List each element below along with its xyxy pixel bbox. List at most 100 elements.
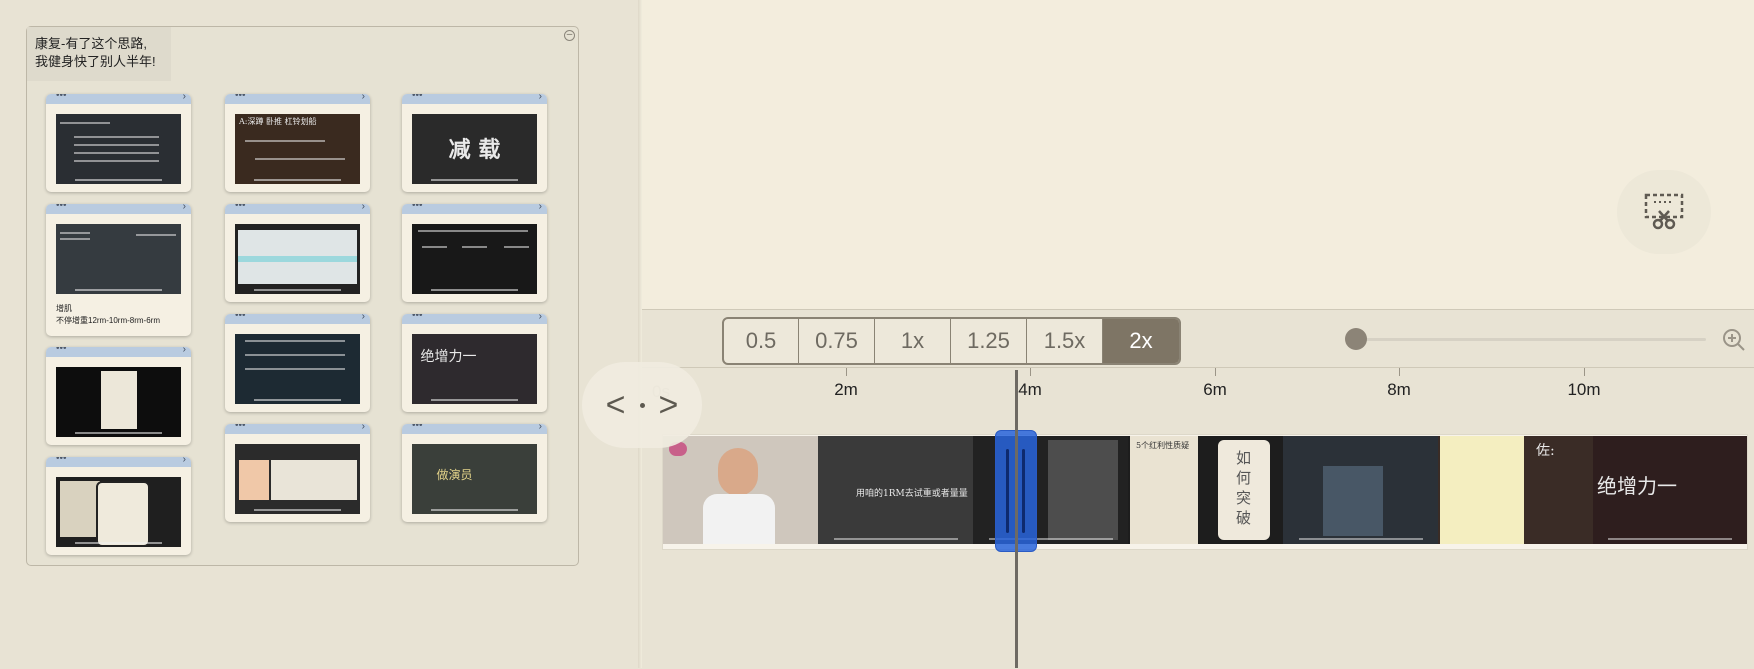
speed-option-0.5[interactable]: 0.5 [724, 319, 799, 363]
card-header: ••• › [402, 424, 547, 434]
card-thumbnail: 减 载 [412, 114, 537, 184]
card-thumbnail [56, 224, 181, 294]
chevron-right-icon[interactable]: › [362, 94, 365, 102]
more-icon[interactable]: ••• [235, 204, 246, 211]
zoom-slider-handle[interactable] [1345, 328, 1367, 350]
chevron-right-icon[interactable]: › [539, 424, 542, 432]
storyboard-card[interactable]: ••• › 增肌 不停增重12rm-10rm-8rm-6rm [46, 204, 191, 336]
card-header: ••• › [402, 204, 547, 214]
more-icon[interactable]: ••• [235, 424, 246, 431]
card-header: ••• › [46, 457, 191, 467]
card-header: ••• › [402, 314, 547, 324]
storyboard-card[interactable]: ••• › [225, 424, 370, 522]
storyboard-card[interactable]: ••• › [402, 204, 547, 302]
speed-option-1x[interactable]: 1x [875, 319, 951, 363]
card-thumbnail [235, 444, 360, 514]
cut-button[interactable] [1617, 170, 1711, 254]
more-icon[interactable]: ••• [56, 457, 67, 464]
storyboard-pane: 康复-有了这个思路, 我健身快了别人半年! – ••• › ••• › 增肌 不… [0, 0, 640, 668]
ruler-label-6m: 6m [1203, 380, 1227, 399]
storyboard-card[interactable]: ••• › [46, 94, 191, 192]
collapse-icon[interactable]: – [564, 30, 575, 41]
card-header: ••• › [225, 424, 370, 434]
chevron-right-icon[interactable]: › [183, 94, 186, 102]
playback-speed-selector: 0.5 0.75 1x 1.25 1.5x 2x [722, 317, 1181, 365]
card-thumbnail: 绝增力一 [412, 334, 537, 404]
storyboard-card[interactable]: ••• › [46, 347, 191, 445]
speed-option-2x[interactable]: 2x [1103, 319, 1179, 363]
card-thumbnail [235, 224, 360, 294]
thumb-title: 做演员 [436, 468, 473, 482]
more-icon[interactable]: ••• [235, 314, 246, 321]
ruler-label-2m: 2m [834, 380, 858, 399]
chevron-right-icon[interactable]: › [362, 314, 365, 322]
frame-caption: 绝增力一 [1597, 474, 1677, 498]
filmstrip-frame: 用咱的1RM去试重或者量量 [818, 436, 973, 544]
timeline-navigator[interactable]: < > [582, 362, 702, 448]
chevron-right-icon[interactable]: › [362, 204, 365, 212]
zoom-in-icon[interactable] [1722, 328, 1746, 352]
ruler-label-8m: 8m [1387, 380, 1411, 399]
ruler-label-10m: 10m [1567, 380, 1601, 399]
card-thumbnail [235, 334, 360, 404]
card-header: ••• › [225, 94, 370, 104]
video-filmstrip[interactable]: 用咱的1RM去试重或者量量 5个红利性质疑 如何突破 佐: 绝增力一 [662, 434, 1748, 550]
ruler-tick [846, 368, 847, 376]
chevron-right-icon[interactable]: › [539, 314, 542, 322]
storyboard-card[interactable]: ••• › 做演员 [402, 424, 547, 522]
card-note-line2: 不停增重12rm-10rm-8rm-6rm [56, 316, 160, 325]
more-icon[interactable]: ••• [412, 314, 423, 321]
filmstrip-frame: 5个红利性质疑 如何突破 [1128, 436, 1283, 544]
zoom-slider-track[interactable] [1356, 338, 1706, 341]
chevron-right-icon[interactable]: › [362, 424, 365, 432]
card-thumbnail [412, 224, 537, 294]
storyboard-group[interactable]: 康复-有了这个思路, 我健身快了别人半年! – ••• › ••• › 增肌 不… [26, 26, 579, 566]
ruler-tick [1030, 368, 1031, 376]
speed-option-1.5x[interactable]: 1.5x [1027, 319, 1103, 363]
thumb-title: 减 载 [448, 137, 501, 163]
group-title[interactable]: 康复-有了这个思路, 我健身快了别人半年! [27, 27, 171, 81]
filmstrip-frame [663, 436, 818, 544]
storyboard-card[interactable]: ••• › 绝增力一 [402, 314, 547, 412]
speed-option-0.75[interactable]: 0.75 [799, 319, 875, 363]
card-note-line1: 增肌 [56, 304, 72, 313]
speed-option-1.25[interactable]: 1.25 [951, 319, 1027, 363]
card-thumbnail [56, 477, 181, 547]
more-icon[interactable]: ••• [56, 204, 67, 211]
more-icon[interactable]: ••• [412, 424, 423, 431]
video-preview-area [642, 0, 1754, 309]
filmstrip-frame: 佐: [1438, 436, 1593, 544]
chevron-left-icon[interactable]: < [606, 386, 626, 425]
more-icon[interactable]: ••• [412, 204, 423, 211]
chevron-right-icon[interactable]: › [183, 347, 186, 355]
center-dot-icon [639, 402, 645, 408]
filmstrip-frame [1283, 436, 1438, 544]
playhead[interactable] [1015, 370, 1018, 668]
card-thumbnail: 做演员 [412, 444, 537, 514]
more-icon[interactable]: ••• [56, 347, 67, 354]
storyboard-card[interactable]: ••• › [225, 314, 370, 412]
thumb-title: 绝增力一 [420, 349, 477, 365]
card-header: ••• › [225, 314, 370, 324]
storyboard-card[interactable]: ••• › A:深蹲 卧推 杠铃划船 [225, 94, 370, 192]
card-thumbnail [56, 367, 181, 437]
ruler-tick [1399, 368, 1400, 376]
chevron-right-icon[interactable]: › [183, 457, 186, 465]
card-header: ••• › [46, 347, 191, 357]
storyboard-card[interactable]: ••• › 减 载 [402, 94, 547, 192]
more-icon[interactable]: ••• [235, 94, 246, 101]
chevron-right-icon[interactable]: › [183, 204, 186, 212]
ruler-tick [1584, 368, 1585, 376]
ruler-label-4m: 4m [1018, 380, 1042, 399]
chevron-right-icon[interactable]: > [659, 386, 679, 425]
chevron-right-icon[interactable]: › [539, 204, 542, 212]
storyboard-card[interactable]: ••• › [46, 457, 191, 555]
ruler-tick [1215, 368, 1216, 376]
thumb-title: A:深蹲 卧推 杠铃划船 [239, 117, 317, 126]
storyboard-card[interactable]: ••• › [225, 204, 370, 302]
card-thumbnail: A:深蹲 卧推 杠铃划船 [235, 114, 360, 184]
more-icon[interactable]: ••• [412, 94, 423, 101]
card-header: ••• › [225, 204, 370, 214]
chevron-right-icon[interactable]: › [539, 94, 542, 102]
more-icon[interactable]: ••• [56, 94, 67, 101]
